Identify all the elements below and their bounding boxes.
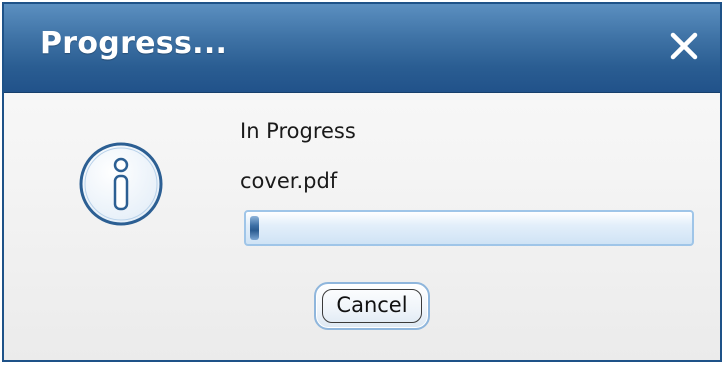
- cancel-button[interactable]: Cancel: [314, 282, 430, 330]
- info-icon: [76, 139, 166, 229]
- dialog-title: Progress...: [40, 26, 228, 61]
- close-button[interactable]: [664, 26, 704, 66]
- close-icon: [670, 32, 698, 60]
- file-name: cover.pdf: [240, 169, 338, 193]
- cancel-label: Cancel: [336, 293, 408, 317]
- dialog-titlebar[interactable]: Progress...: [4, 4, 720, 93]
- progress-bar: [244, 210, 694, 246]
- progress-fill: [250, 216, 259, 240]
- progress-dialog: Progress... In Progress cover.pdf Cancel: [2, 2, 722, 362]
- dialog-body: In Progress cover.pdf Cancel: [4, 93, 720, 360]
- status-text: In Progress: [240, 119, 356, 143]
